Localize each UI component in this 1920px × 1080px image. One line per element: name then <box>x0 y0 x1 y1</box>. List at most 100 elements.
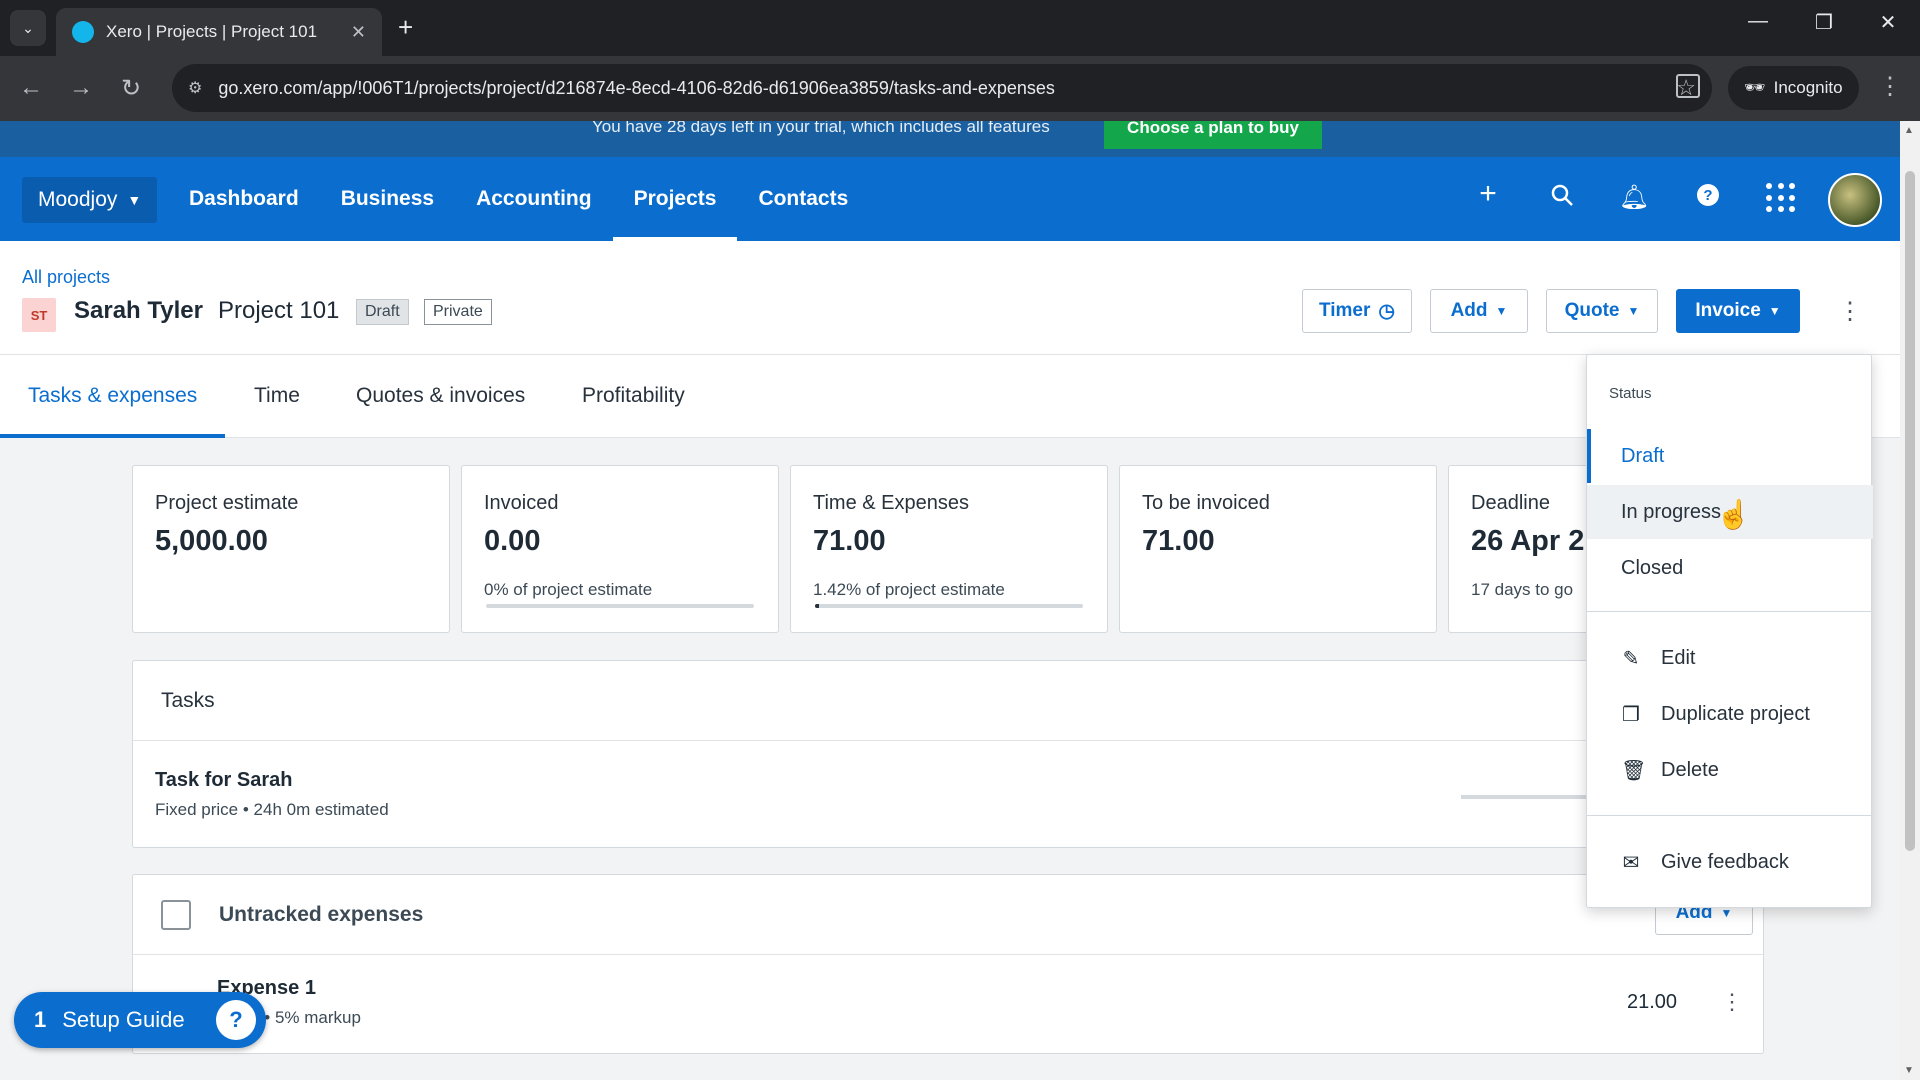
expenses-heading: Untracked expenses <box>219 902 424 926</box>
copy-icon: ❐ <box>1622 703 1640 726</box>
progress-fill <box>815 604 819 608</box>
setup-label: Setup Guide <box>62 1007 185 1032</box>
mouse-pointer-icon: ☝ <box>1716 499 1751 530</box>
task-row[interactable]: Task for Sarah Fixed price • 24h 0m esti… <box>133 741 1763 847</box>
card-value: 71.00 <box>813 525 886 557</box>
invoice-label: Invoice <box>1695 300 1761 321</box>
card-label: Project estimate <box>155 492 299 514</box>
nav-business[interactable]: Business <box>320 157 455 241</box>
caret-down-icon: ▼ <box>1627 304 1640 318</box>
incognito-indicator[interactable]: 🕶 Incognito <box>1728 66 1859 110</box>
card-subtext: 1.42% of project estimate <box>813 580 1005 599</box>
client-initials-avatar: ST <box>22 298 56 332</box>
tab-title: Xero | Projects | Project 101 <box>106 22 318 41</box>
caret-down-icon: ▼ <box>127 192 142 208</box>
help-icon[interactable]: ? <box>1692 183 1724 214</box>
more-options-icon[interactable]: ⋮ <box>1838 297 1862 326</box>
tab-profitability[interactable]: Profitability <box>554 355 713 437</box>
task-name: Task for Sarah <box>155 769 293 791</box>
restore-icon[interactable]: ❐ <box>1804 10 1844 35</box>
setup-guide-button[interactable]: 1 Setup Guide ? <box>14 992 266 1048</box>
scroll-down-icon[interactable]: ▼ <box>1904 1065 1914 1076</box>
expenses-header: Untracked expenses Add ▼ <box>133 875 1763 955</box>
search-icon[interactable] <box>1546 183 1578 214</box>
address-bar[interactable]: ⚙ go.xero.com/app/!006T1/projects/projec… <box>172 64 1712 112</box>
main-nav: Dashboard Business Accounting Projects C… <box>168 157 869 241</box>
forward-icon[interactable]: → <box>66 74 96 102</box>
tab-time[interactable]: Time <box>226 355 328 437</box>
incognito-label: Incognito <box>1773 78 1843 97</box>
feedback-menu-item[interactable]: ✉ Give feedback <box>1587 835 1873 889</box>
card-subtext: 0% of project estimate <box>484 580 653 599</box>
expense-row[interactable]: Expense 1 20.00 • 5% markup 21.00 ⋮ <box>133 955 1763 1051</box>
invoice-button[interactable]: Invoice ▼ <box>1676 289 1800 333</box>
url-text: go.xero.com/app/!006T1/projects/project/… <box>218 77 1055 98</box>
plus-icon[interactable]: + <box>1472 177 1504 211</box>
scroll-up-icon[interactable]: ▲ <box>1904 125 1914 136</box>
status-heading: Status <box>1609 385 1652 402</box>
tasks-heading: Tasks <box>133 661 1763 741</box>
menu-divider <box>1587 611 1873 612</box>
nav-projects[interactable]: Projects <box>612 157 738 241</box>
nav-contacts[interactable]: Contacts <box>737 157 869 241</box>
setup-count: 1 <box>34 1007 47 1032</box>
expense-detail: 20.00 • 5% markup <box>217 1008 361 1027</box>
task-detail: Fixed price • 24h 0m estimated <box>155 800 389 819</box>
expense-more-icon[interactable]: ⋮ <box>1721 989 1743 1015</box>
card-value: 71.00 <box>1142 525 1215 557</box>
timer-label: Timer <box>1319 300 1371 321</box>
avatar[interactable] <box>1828 173 1882 227</box>
scrollbar-thumb[interactable] <box>1905 171 1915 851</box>
delete-label: Delete <box>1661 758 1719 781</box>
window-close-icon[interactable]: ✕ <box>1868 10 1908 35</box>
site-info-icon[interactable]: ⚙ <box>188 78 202 98</box>
new-tab-icon[interactable]: + <box>398 12 413 43</box>
caret-down-icon: ▼ <box>1768 304 1781 318</box>
client-name: Sarah Tyler <box>74 297 203 324</box>
browser-toolbar: ← → ↻ ⚙ go.xero.com/app/!006T1/projects/… <box>0 56 1920 121</box>
task-progress-bar <box>1461 795 1601 799</box>
browser-menu-icon[interactable]: ⋮ <box>1878 72 1902 101</box>
timer-button[interactable]: Timer ◷ <box>1302 289 1412 333</box>
choose-plan-button[interactable]: Choose a plan to buy <box>1104 121 1322 149</box>
page-scrollbar[interactable]: ▲ ▼ <box>1900 121 1920 1080</box>
select-all-checkbox[interactable] <box>161 899 191 930</box>
add-button[interactable]: Add ▼ <box>1430 289 1528 333</box>
card-value: 0.00 <box>484 525 541 557</box>
delete-menu-item[interactable]: 🗑︎ Delete <box>1587 743 1873 797</box>
progress-bar <box>486 604 754 608</box>
card-project-estimate: Project estimate 5,000.00 <box>132 465 450 633</box>
tab-list-icon[interactable]: ⌄ <box>10 10 46 46</box>
quote-label: Quote <box>1564 300 1620 321</box>
duplicate-menu-item[interactable]: ❐ Duplicate project <box>1587 687 1873 741</box>
browser-tab[interactable]: Xero | Projects | Project 101 ✕ <box>56 8 382 56</box>
pencil-icon: ✎ <box>1622 647 1640 670</box>
nav-accounting[interactable]: Accounting <box>455 157 613 241</box>
org-switcher[interactable]: Moodjoy ▼ <box>22 177 158 223</box>
nav-dashboard[interactable]: Dashboard <box>168 157 320 241</box>
breadcrumb-all-projects[interactable]: All projects <box>22 267 110 288</box>
status-badge: Draft <box>356 299 409 325</box>
trial-text: You have 28 days left in your trial, whi… <box>592 121 1050 136</box>
reload-icon[interactable]: ↻ <box>116 74 146 103</box>
duplicate-label: Duplicate project <box>1661 702 1810 725</box>
browser-tab-bar: ⌄ Xero | Projects | Project 101 ✕ + — ❐ … <box>0 0 1920 56</box>
back-icon[interactable]: ← <box>16 74 46 102</box>
progress-bar <box>815 604 1083 608</box>
expense-amount: 21.00 <box>1627 991 1678 1013</box>
help-bubble-icon[interactable]: ? <box>216 1000 256 1040</box>
side-panel-icon[interactable] <box>1676 74 1700 98</box>
tab-quotes-invoices[interactable]: Quotes & invoices <box>328 355 553 437</box>
quote-button[interactable]: Quote ▼ <box>1546 289 1658 333</box>
feedback-icon: ✉ <box>1622 851 1640 874</box>
minimize-icon[interactable]: — <box>1738 10 1778 33</box>
menu-divider <box>1587 815 1873 816</box>
status-option-draft[interactable]: Draft <box>1587 429 1873 483</box>
close-tab-icon[interactable]: ✕ <box>351 22 366 43</box>
apps-grid-icon[interactable] <box>1766 183 1796 213</box>
edit-menu-item[interactable]: ✎ Edit <box>1587 631 1873 685</box>
bell-icon[interactable]: 🔔︎ <box>1618 183 1650 212</box>
tab-tasks-expenses[interactable]: Tasks & expenses <box>0 355 226 438</box>
status-option-closed[interactable]: Closed <box>1587 541 1873 595</box>
incognito-icon: 🕶 <box>1744 78 1766 97</box>
